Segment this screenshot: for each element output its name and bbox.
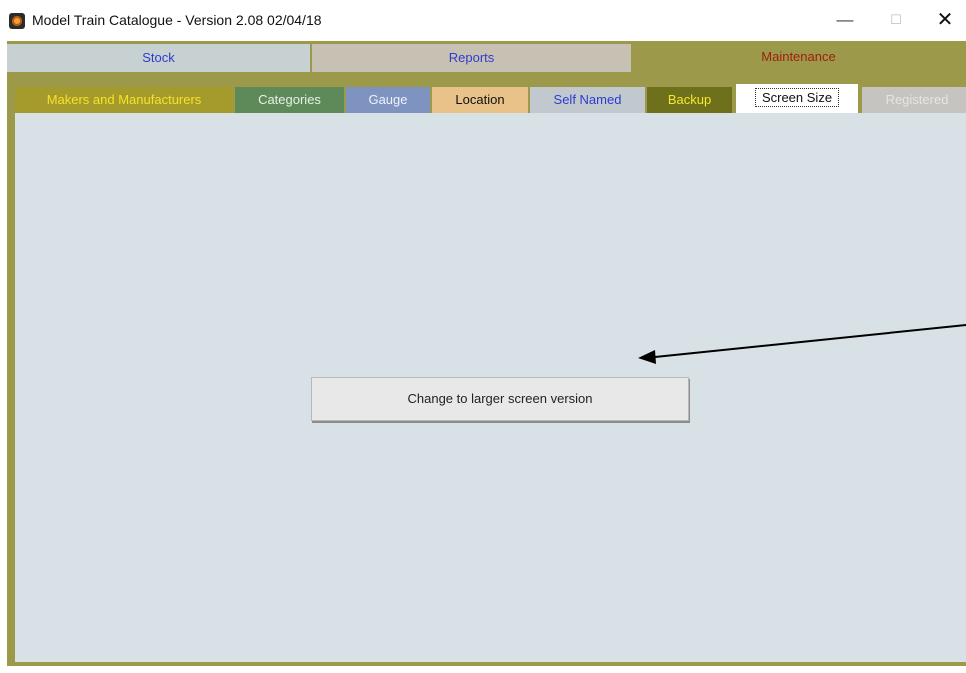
tab-registered[interactable]: Registered — [862, 87, 966, 113]
tab-maintenance[interactable]: Maintenance — [631, 41, 966, 72]
title-bar: Model Train Catalogue - Version 2.08 02/… — [0, 0, 966, 40]
tab-stock[interactable]: Stock — [7, 44, 310, 72]
window-title: Model Train Catalogue - Version 2.08 02/… — [32, 12, 322, 28]
main-area: Stock Reports Maintenance Makers and Man… — [7, 41, 966, 666]
tab-reports[interactable]: Reports — [312, 44, 631, 72]
tab-screen-size-label: Screen Size — [754, 88, 840, 107]
minimize-button[interactable]: — — [822, 5, 868, 35]
change-to-larger-screen-button[interactable]: Change to larger screen version — [311, 377, 689, 421]
tab-location[interactable]: Location — [432, 87, 528, 113]
tab-backup[interactable]: Backup — [647, 87, 732, 113]
tab-categories[interactable]: Categories — [235, 87, 344, 113]
screen-size-panel: Change to larger screen version — [15, 113, 966, 662]
tab-self-named[interactable]: Self Named — [530, 87, 645, 113]
tab-screen-size[interactable]: Screen Size — [736, 84, 858, 114]
maximize-button[interactable]: ☐ — [873, 5, 919, 35]
close-button[interactable]: ✕ — [922, 5, 966, 35]
tab-makers-and-manufacturers[interactable]: Makers and Manufacturers — [15, 87, 233, 113]
tab-gauge[interactable]: Gauge — [346, 87, 430, 113]
train-app-icon — [9, 13, 25, 29]
